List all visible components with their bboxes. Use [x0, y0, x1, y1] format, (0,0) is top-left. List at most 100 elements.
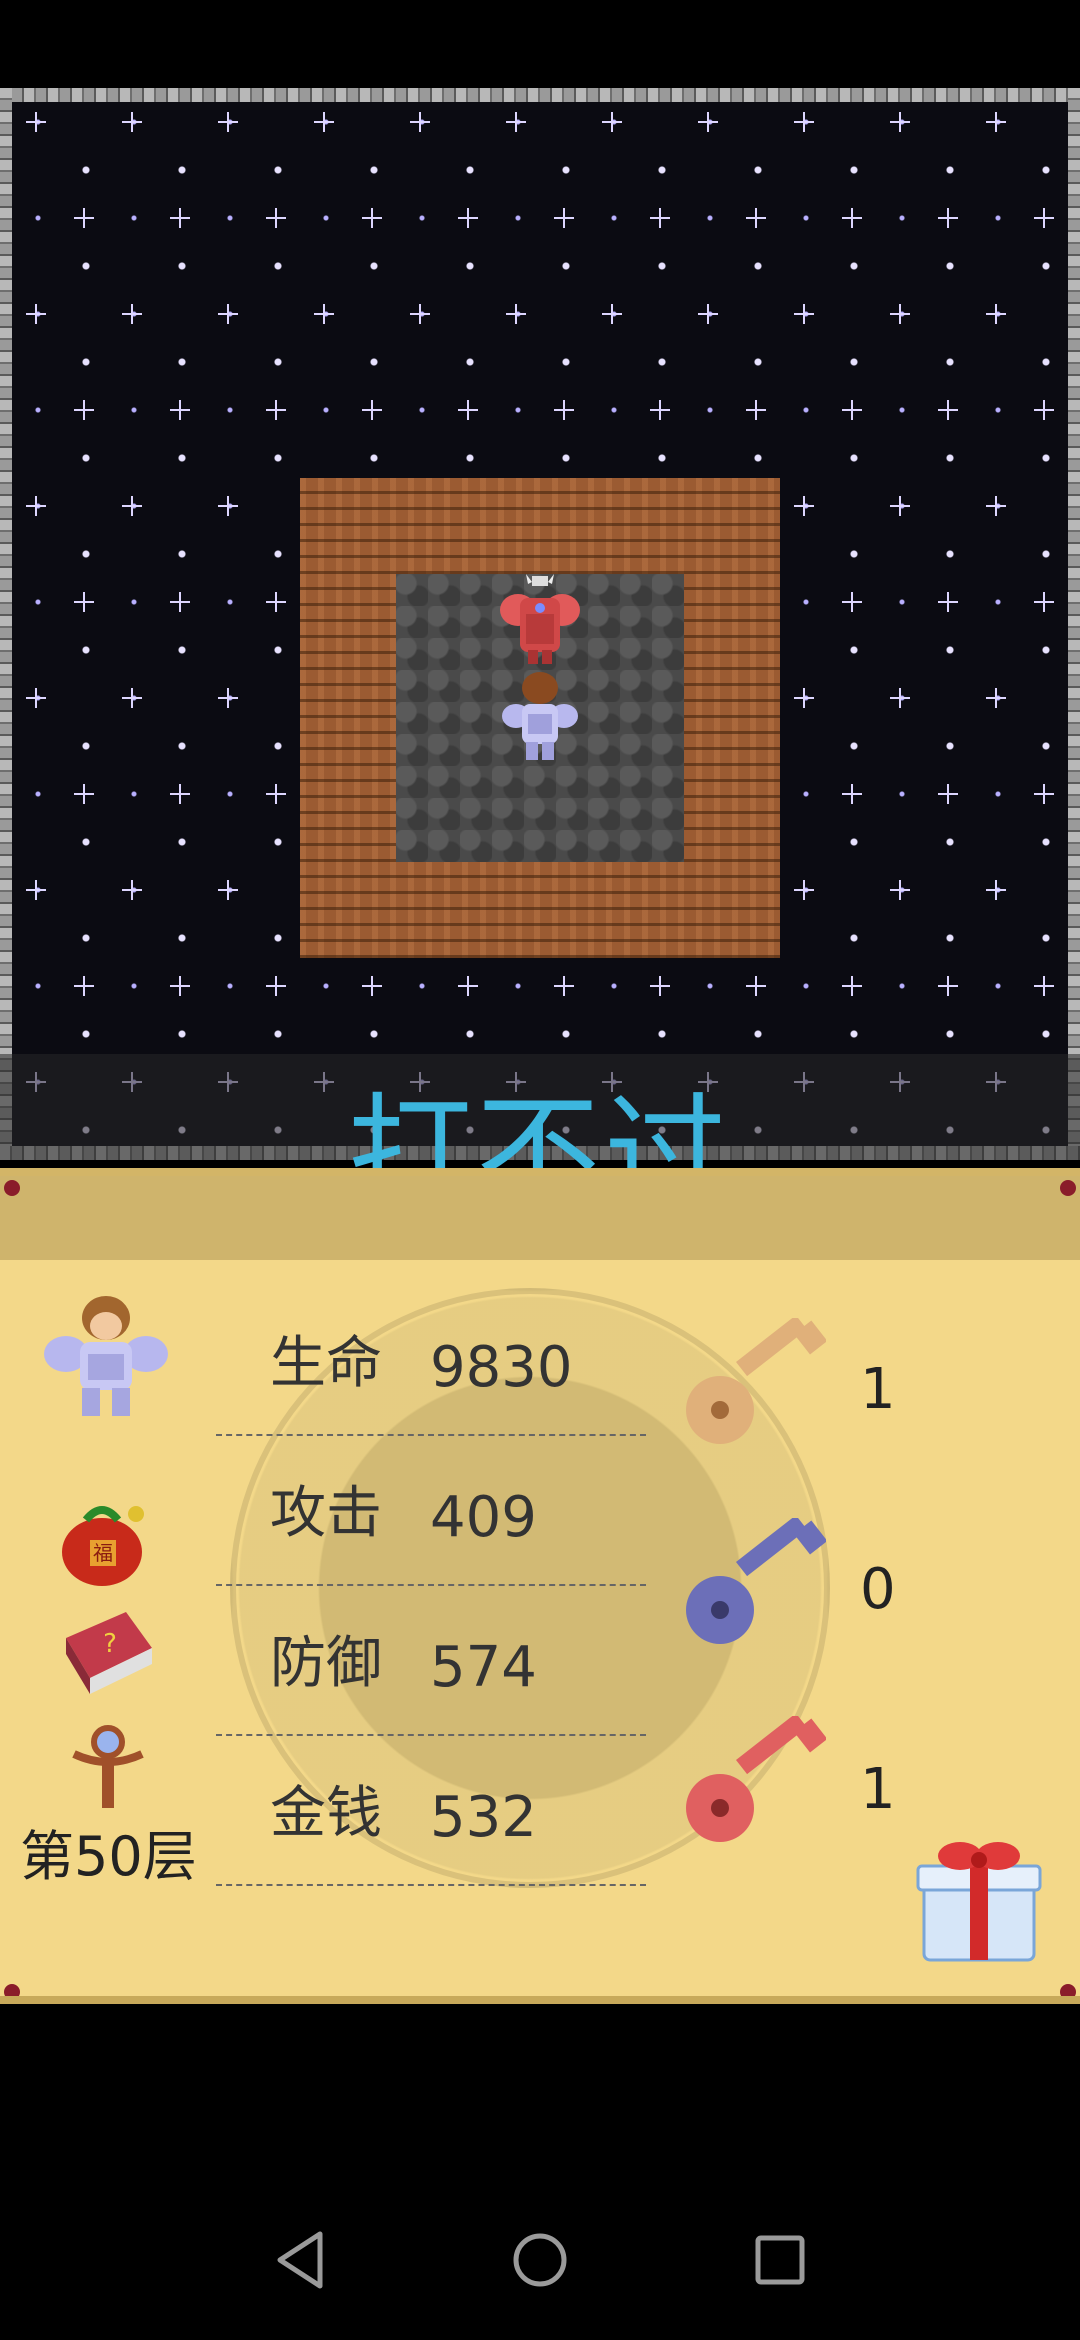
hp-value: 9830	[430, 1335, 573, 1400]
def-value: 574	[430, 1635, 537, 1700]
star-decoration	[746, 208, 766, 228]
star-decoration	[890, 688, 910, 708]
star-decoration	[314, 304, 334, 324]
star-decoration	[890, 112, 910, 132]
star-decoration	[794, 496, 814, 516]
red-key-count: 1	[860, 1757, 896, 1822]
star-decoration	[122, 496, 142, 516]
stat-divider	[216, 1884, 646, 1886]
star-decoration	[266, 400, 286, 420]
star-decoration	[986, 304, 1006, 324]
system-nav-bar	[0, 2180, 1080, 2340]
star-decoration	[266, 208, 286, 228]
map-border-right	[1068, 88, 1080, 1160]
star-decoration	[794, 112, 814, 132]
star-decoration	[506, 112, 526, 132]
star-decoration	[74, 400, 94, 420]
star-decoration	[266, 976, 286, 996]
map-border-left	[0, 88, 12, 1160]
star-decoration	[26, 304, 46, 324]
hero-portrait-icon	[44, 1296, 168, 1416]
star-decoration	[842, 400, 862, 420]
star-decoration	[986, 880, 1006, 900]
svg-text:福: 福	[93, 1541, 113, 1565]
star-decoration	[218, 496, 238, 516]
star-decoration	[266, 592, 286, 612]
yellow-key-count: 1	[860, 1357, 896, 1422]
svg-text:?: ?	[103, 1629, 117, 1659]
red-armor-enemy-icon[interactable]	[492, 574, 588, 670]
star-decoration	[746, 400, 766, 420]
star-decoration	[122, 688, 142, 708]
star-decoration	[794, 688, 814, 708]
star-decoration	[170, 400, 190, 420]
star-decoration	[554, 208, 574, 228]
star-decoration	[986, 688, 1006, 708]
star-decoration	[458, 208, 478, 228]
star-decoration	[842, 784, 862, 804]
star-decoration	[74, 784, 94, 804]
panel-corner	[1060, 1180, 1076, 1196]
hp-label: 生命	[270, 1331, 382, 1396]
star-decoration	[650, 208, 670, 228]
star-decoration	[1034, 208, 1054, 228]
star-decoration	[650, 976, 670, 996]
star-decoration	[74, 592, 94, 612]
star-decoration	[410, 304, 430, 324]
star-decoration	[122, 880, 142, 900]
star-decoration	[122, 112, 142, 132]
star-decoration	[938, 976, 958, 996]
star-decoration	[554, 400, 574, 420]
star-decoration	[506, 304, 526, 324]
home-icon[interactable]	[500, 2220, 580, 2300]
star-decoration	[218, 112, 238, 132]
star-decoration	[698, 112, 718, 132]
star-decoration	[458, 400, 478, 420]
blue-key-icon	[686, 1518, 826, 1644]
fly-staff-icon[interactable]	[64, 1720, 152, 1810]
star-decoration	[842, 208, 862, 228]
star-decoration	[842, 976, 862, 996]
star-decoration	[218, 304, 238, 324]
panel-header	[0, 1176, 1080, 1260]
star-decoration	[650, 400, 670, 420]
star-decoration	[1034, 400, 1054, 420]
red-key-icon	[686, 1716, 826, 1842]
star-decoration	[698, 304, 718, 324]
star-decoration	[986, 112, 1006, 132]
star-decoration	[602, 304, 622, 324]
star-decoration	[938, 784, 958, 804]
star-decoration	[458, 976, 478, 996]
gold-label: 金钱	[270, 1781, 382, 1846]
star-decoration	[554, 976, 574, 996]
star-decoration	[170, 208, 190, 228]
monster-book-icon[interactable]: ?	[60, 1608, 156, 1698]
item-bag-icon[interactable]: 福	[56, 1490, 156, 1590]
star-decoration	[26, 496, 46, 516]
star-decoration	[794, 880, 814, 900]
star-decoration	[1034, 976, 1054, 996]
panel-bottom-border	[0, 1996, 1080, 2004]
star-decoration	[890, 304, 910, 324]
star-decoration	[362, 976, 382, 996]
def-label: 防御	[270, 1631, 382, 1696]
star-decoration	[170, 976, 190, 996]
gift-box-icon[interactable]	[914, 1832, 1044, 1964]
floor-label: 第50层	[20, 1825, 197, 1888]
star-decoration	[26, 880, 46, 900]
star-decoration	[938, 208, 958, 228]
star-decoration	[362, 400, 382, 420]
back-icon[interactable]	[262, 2220, 342, 2300]
star-decoration	[26, 688, 46, 708]
star-decoration	[122, 304, 142, 324]
star-decoration	[410, 112, 430, 132]
blue-key-count: 0	[860, 1557, 896, 1622]
stat-divider	[216, 1584, 646, 1586]
star-decoration	[314, 112, 334, 132]
atk-value: 409	[430, 1485, 537, 1550]
game-map[interactable]	[0, 88, 1080, 1160]
recents-icon[interactable]	[740, 2220, 820, 2300]
gold-value: 532	[430, 1785, 537, 1850]
star-decoration	[890, 880, 910, 900]
map-border-top	[0, 88, 1080, 102]
